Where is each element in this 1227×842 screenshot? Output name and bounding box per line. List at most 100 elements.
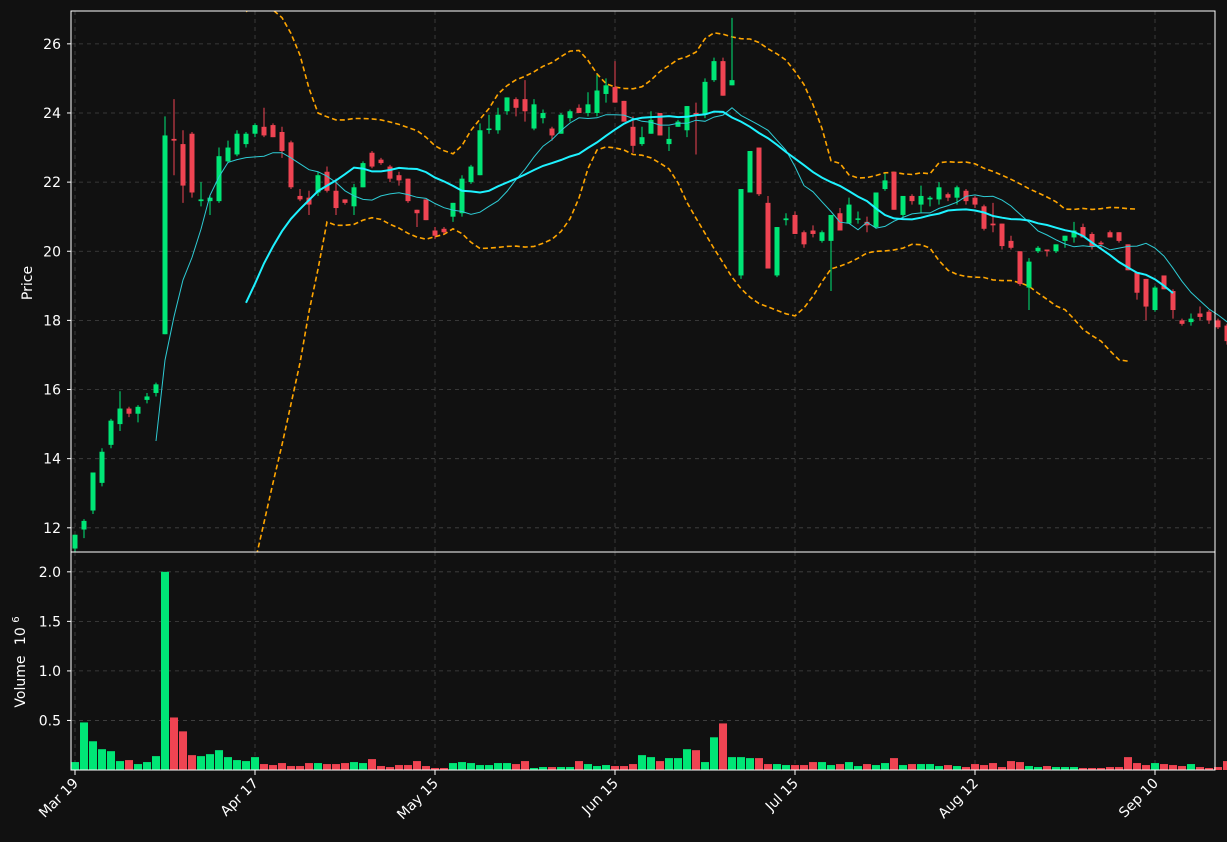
volume-bar: [791, 765, 799, 770]
candle-body: [1170, 291, 1176, 311]
candle-body: [360, 163, 366, 188]
candle-body: [414, 209, 420, 214]
candle-body: [180, 144, 186, 186]
candle-body: [522, 99, 528, 112]
volume-bar: [971, 764, 979, 770]
volume-bar: [269, 765, 277, 770]
volume-bar: [170, 717, 178, 770]
candle-body: [711, 61, 717, 81]
volume-bar: [881, 763, 889, 770]
volume-bar: [665, 758, 673, 770]
candle-body: [1215, 320, 1221, 328]
candle-body: [900, 195, 906, 215]
candle-body: [234, 133, 240, 155]
candle-body: [846, 204, 852, 224]
volume-bar: [656, 761, 664, 770]
volume-bar: [314, 763, 322, 770]
volume-bar: [161, 571, 169, 770]
volume-bar: [980, 765, 988, 770]
candle-body: [324, 171, 330, 191]
price-tick-label: 18: [43, 313, 61, 329]
volume-axis-exponent-base: 10: [13, 627, 29, 645]
candle-body: [261, 126, 267, 136]
candle-body: [909, 195, 915, 202]
price-tick-label: 26: [43, 37, 61, 53]
volume-bar: [1016, 762, 1024, 770]
candle-body: [945, 194, 951, 198]
candle-body: [225, 147, 231, 162]
volume-bar: [710, 737, 718, 770]
price-tick-label: 24: [43, 106, 61, 122]
volume-bar: [602, 765, 610, 770]
volume-bar: [296, 766, 304, 770]
volume-bar: [278, 763, 286, 770]
volume-bar: [152, 756, 160, 770]
candle-body: [612, 87, 618, 103]
candle-body: [369, 152, 375, 167]
candle-body: [423, 199, 429, 221]
candle-body: [1197, 313, 1203, 317]
volume-bar: [908, 764, 916, 770]
candle-body: [756, 147, 762, 195]
price-axis-label: Price: [20, 266, 36, 300]
candle-body: [927, 197, 933, 200]
volume-bar: [179, 731, 187, 770]
candle-body: [1026, 261, 1032, 288]
candle-body: [1188, 318, 1194, 323]
candle-body: [729, 80, 735, 86]
candle-body: [1017, 251, 1023, 285]
candle-body: [594, 90, 600, 113]
volume-bar: [1142, 765, 1150, 770]
volume-bar: [143, 762, 151, 770]
volume-bar: [989, 763, 997, 770]
volume-bar: [476, 765, 484, 770]
volume-bar: [629, 764, 637, 770]
volume-bar: [287, 766, 295, 770]
candle-body: [1098, 242, 1104, 245]
volume-bar: [1007, 761, 1015, 770]
volume-axis-label: Volume 10 6: [11, 616, 29, 707]
candle-body: [135, 406, 141, 414]
candle-body: [828, 214, 834, 241]
candle-body: [954, 187, 960, 198]
price-tick-label: 16: [43, 383, 61, 399]
candle-body: [72, 534, 78, 549]
candle-body: [819, 232, 825, 241]
candle-body: [549, 128, 555, 136]
volume-tick-label: 1.0: [39, 664, 61, 680]
candle-body: [1044, 249, 1050, 252]
candle-body: [198, 199, 204, 202]
candle-body: [513, 99, 519, 108]
volume-bar: [1160, 764, 1168, 770]
volume-bar: [350, 762, 358, 770]
volume-tick-label: 0.5: [39, 713, 61, 729]
candle-body: [81, 520, 87, 530]
candle-body: [297, 195, 303, 200]
volume-bar: [1025, 766, 1033, 770]
volume-bar: [305, 763, 313, 770]
volume-bar: [863, 764, 871, 770]
volume-bar: [638, 755, 646, 770]
candle-body: [774, 227, 780, 276]
candle-body: [144, 396, 150, 400]
volume-bar: [917, 764, 925, 770]
volume-bar: [692, 750, 700, 770]
price-tick-label: 20: [43, 244, 61, 260]
candle-body: [621, 100, 627, 122]
volume-bar: [521, 761, 529, 770]
candle-body: [855, 218, 861, 220]
candle-body: [936, 187, 942, 200]
volume-bar: [620, 766, 628, 770]
volume-bar: [611, 766, 619, 770]
volume-bar: [1151, 763, 1159, 770]
volume-bar: [260, 764, 268, 770]
candle-body: [486, 128, 492, 131]
candle-body: [792, 214, 798, 234]
price-tick-label: 12: [43, 521, 61, 537]
volume-bar: [368, 759, 376, 770]
volume-bar: [926, 764, 934, 770]
volume-bar: [719, 723, 727, 770]
volume-bar: [512, 764, 520, 770]
volume-bar: [458, 762, 466, 770]
volume-bar: [1178, 766, 1186, 770]
